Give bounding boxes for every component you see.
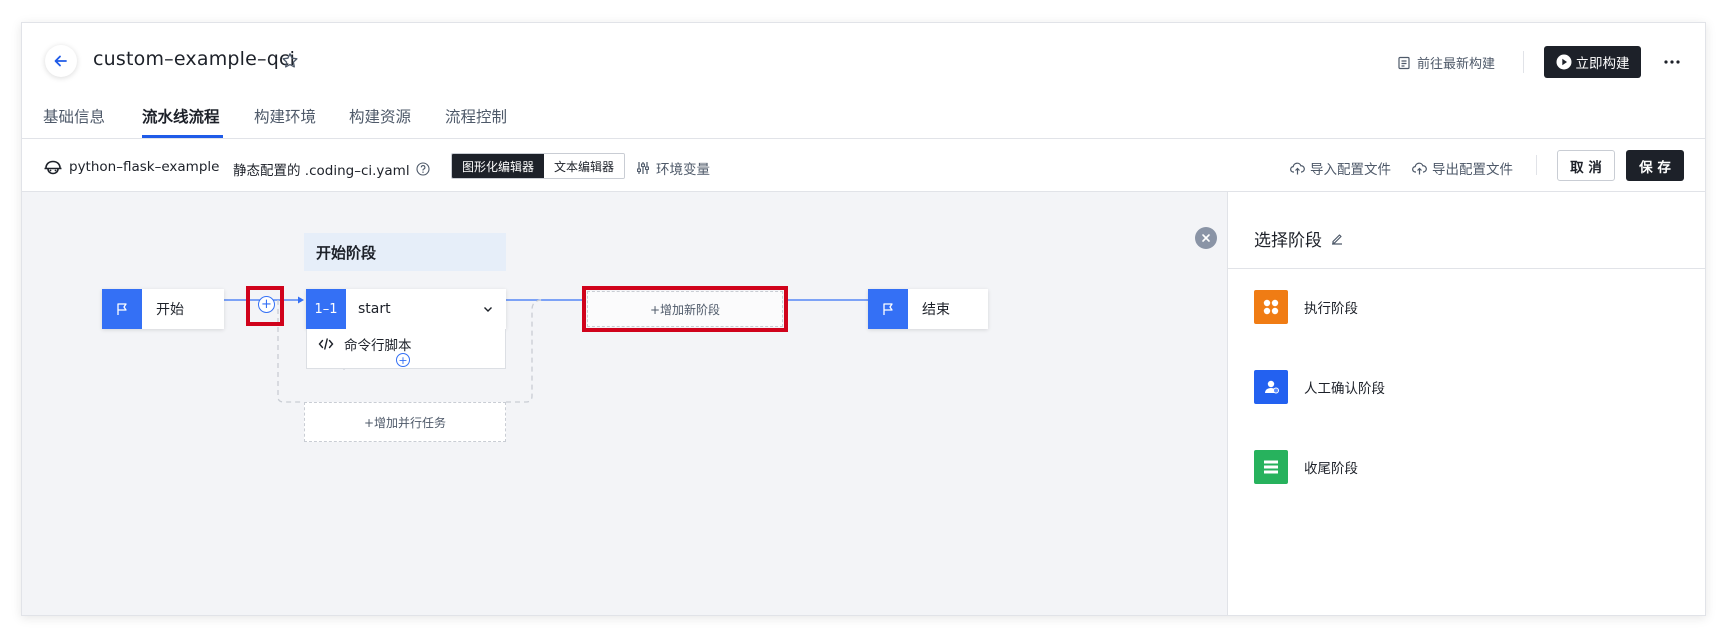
static-config-label: 静态配置的 .coding–ci.yaml — [233, 159, 430, 179]
add-step-plus-icon[interactable]: + — [396, 353, 410, 367]
add-stage-plus-icon[interactable]: + — [258, 296, 275, 313]
text-editor-tab[interactable]: 文本编辑器 — [544, 154, 625, 178]
env-vars-label: 环境变量 — [656, 162, 710, 178]
end-node[interactable]: 结束 — [868, 289, 988, 329]
flag-icon — [868, 289, 908, 329]
page-title: custom–example–qci — [93, 48, 296, 70]
back-button[interactable] — [45, 45, 77, 77]
repo-octocat-icon — [44, 160, 62, 175]
tab-build-resources[interactable]: 构建资源 — [349, 105, 411, 127]
job-name: start — [358, 301, 391, 317]
close-icon — [1202, 234, 1210, 242]
pipeline-connectors — [224, 296, 874, 403]
edit-pencil-icon[interactable] — [1330, 232, 1344, 246]
step-label: 命令行脚本 — [344, 338, 412, 354]
stage-type-manual-confirm[interactable]: 人工确认阶段 — [1254, 370, 1385, 404]
add-new-stage-button[interactable]: +增加新阶段 — [587, 291, 783, 327]
editor-mode-switch: 图形化编辑器 文本编辑器 — [451, 153, 626, 179]
arrow-left-icon — [54, 55, 67, 67]
graphic-editor-tab[interactable]: 图形化编辑器 — [452, 154, 545, 178]
tab-flow-control[interactable]: 流程控制 — [445, 105, 507, 127]
build-now-button[interactable]: 立即构建 — [1544, 46, 1641, 78]
play-circle-icon — [1556, 54, 1571, 70]
build-now-label: 立即构建 — [1575, 56, 1630, 72]
document-icon — [1398, 56, 1410, 69]
cancel-button[interactable]: 取 消 — [1557, 150, 1615, 181]
env-vars-button[interactable]: 环境变量 — [636, 158, 710, 178]
stage-title[interactable]: 开始阶段 — [304, 233, 506, 271]
stage-type-execute[interactable]: 执行阶段 — [1254, 290, 1358, 324]
header-divider — [1523, 51, 1524, 73]
cloud-upload-icon — [1290, 162, 1305, 174]
panel-title: 选择阶段 — [1254, 226, 1344, 251]
tab-build-env[interactable]: 构建环境 — [254, 105, 316, 127]
pipeline-editor-window: custom–example–qci 前往最新构建 立即构建 基础信息 流水线流… — [21, 22, 1706, 616]
job-number: 1–1 — [306, 289, 346, 329]
start-node-label: 开始 — [156, 302, 184, 318]
sliders-icon — [637, 162, 649, 174]
export-config-label: 导出配置文件 — [1432, 162, 1513, 178]
tab-basic-info[interactable]: 基础信息 — [43, 105, 105, 127]
save-button[interactable]: 保 存 — [1626, 150, 1684, 181]
code-icon — [318, 338, 334, 350]
more-menu-button[interactable] — [1657, 47, 1687, 77]
goto-latest-build-link[interactable]: 前往最新构建 — [1397, 53, 1495, 72]
tab-pipeline-flow[interactable]: 流水线流程 — [142, 105, 220, 127]
close-panel-button[interactable] — [1195, 227, 1217, 249]
goto-latest-label: 前往最新构建 — [1417, 57, 1496, 72]
user-confirm-icon — [1254, 370, 1288, 404]
import-config-button[interactable]: 导入配置文件 — [1290, 158, 1391, 178]
stage-type-label: 人工确认阶段 — [1304, 381, 1385, 397]
add-parallel-task-button[interactable]: +增加并行任务 — [304, 402, 506, 442]
grid-dots-icon — [1254, 290, 1288, 324]
chevron-down-icon[interactable] — [482, 303, 494, 315]
end-node-label: 结束 — [922, 302, 950, 318]
static-config-text: 静态配置的 .coding–ci.yaml — [233, 163, 410, 179]
stage-type-finalize[interactable]: 收尾阶段 — [1254, 450, 1358, 484]
stage-type-label: 执行阶段 — [1304, 301, 1358, 317]
repo-name: python–flask–example — [69, 159, 220, 175]
list-bars-icon — [1254, 450, 1288, 484]
panel-divider — [1228, 268, 1705, 269]
import-config-label: 导入配置文件 — [1310, 162, 1391, 178]
flag-icon — [102, 289, 142, 329]
more-dots-icon — [1664, 60, 1680, 64]
job-card[interactable]: 1–1 start — [306, 289, 506, 329]
repo-label: python–flask–example — [43, 159, 219, 175]
toolbar-divider — [1536, 155, 1537, 175]
stage-type-label: 收尾阶段 — [1304, 461, 1358, 477]
tabs-divider — [22, 138, 1705, 139]
star-icon[interactable] — [281, 52, 299, 70]
export-config-button[interactable]: 导出配置文件 — [1412, 158, 1513, 178]
help-icon[interactable] — [416, 162, 430, 176]
start-node[interactable]: 开始 — [102, 289, 224, 329]
cloud-upload-icon — [1412, 162, 1427, 174]
select-stage-panel — [1227, 192, 1705, 615]
panel-title-text: 选择阶段 — [1254, 231, 1322, 251]
